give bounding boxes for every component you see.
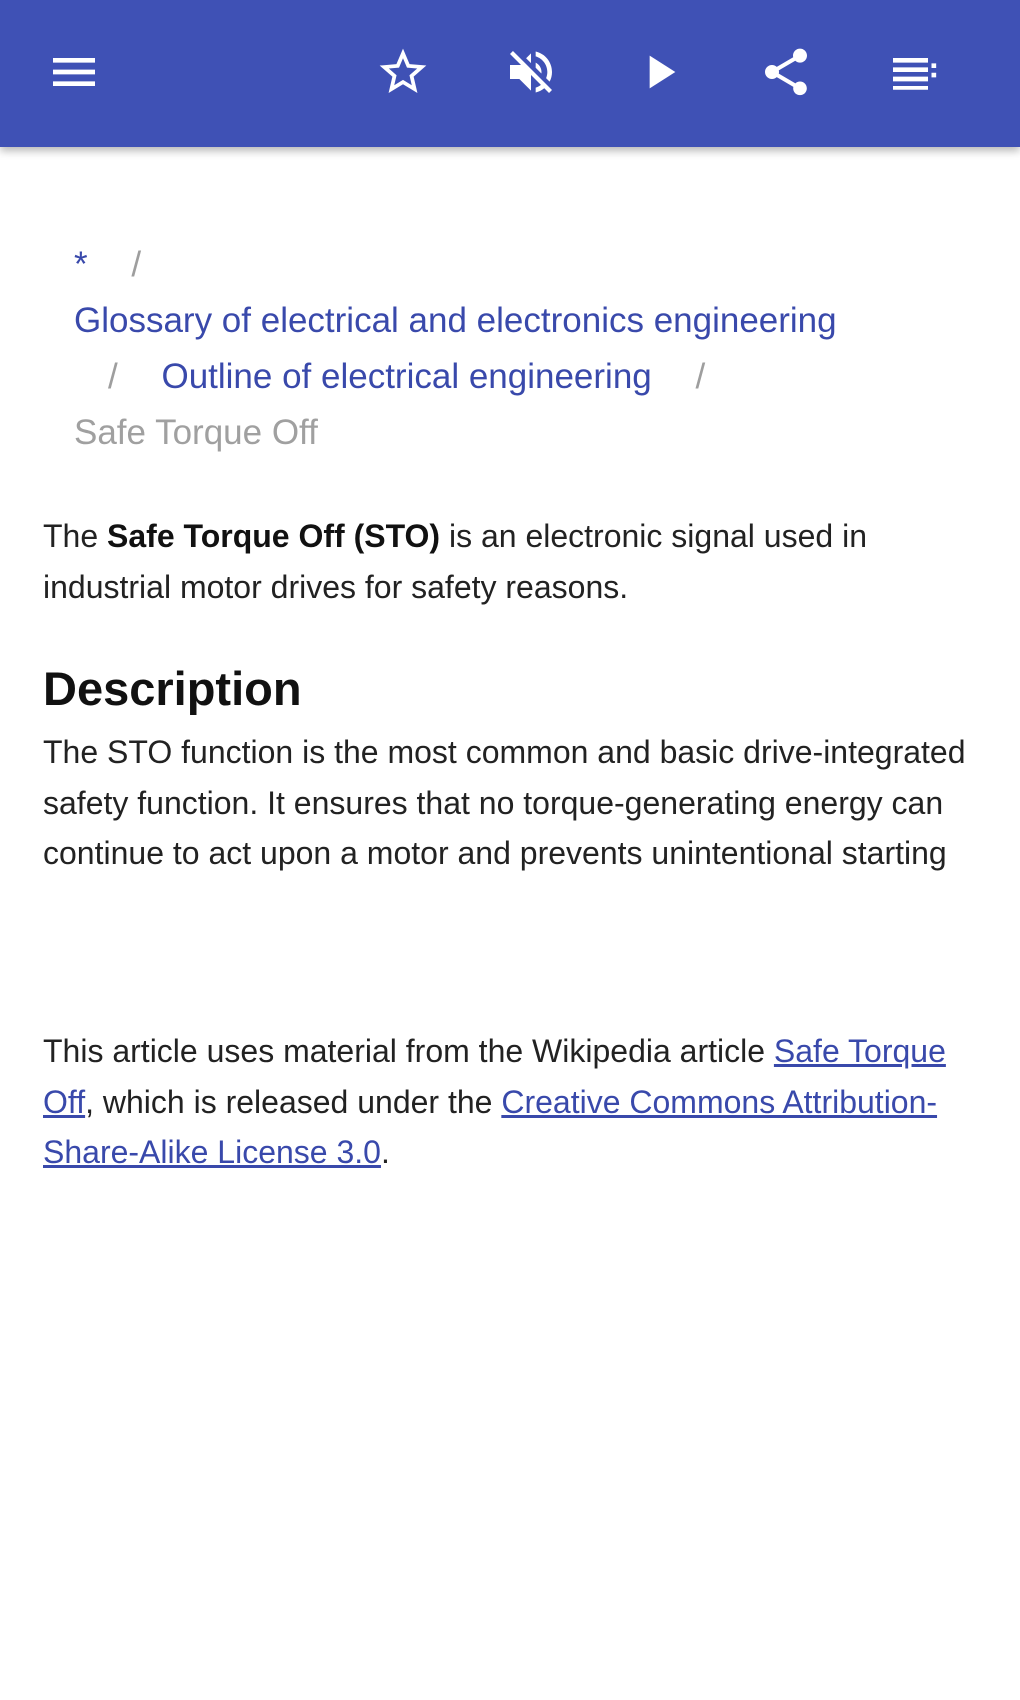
breadcrumb-separator: / bbox=[108, 357, 118, 396]
license-suffix: . bbox=[380, 1134, 390, 1170]
intro-prefix: The bbox=[43, 518, 108, 554]
playlist-icon bbox=[893, 58, 937, 90]
mute-button[interactable] bbox=[497, 38, 565, 106]
bookmark-button[interactable] bbox=[369, 38, 437, 106]
menu-button[interactable] bbox=[40, 38, 108, 106]
license-middle: , which is released under the bbox=[85, 1083, 502, 1120]
breadcrumb-separator: / bbox=[131, 245, 142, 284]
play-icon bbox=[649, 55, 676, 89]
article-intro: The Safe Torque Off (STO) is an electron… bbox=[43, 511, 978, 612]
breadcrumb-current: Safe Torque Off bbox=[74, 413, 318, 452]
intro-term: Safe Torque Off (STO) bbox=[107, 518, 441, 554]
breadcrumb-home-link[interactable]: * bbox=[74, 245, 88, 284]
share-icon bbox=[765, 48, 807, 96]
play-button[interactable] bbox=[625, 38, 693, 106]
share-button[interactable] bbox=[752, 38, 820, 106]
app-toolbar bbox=[0, 0, 1020, 147]
section-heading: Description bbox=[43, 662, 302, 715]
description-paragraph: The STO function is the most common and … bbox=[43, 734, 966, 871]
menu-icon bbox=[53, 58, 95, 86]
license-paragraph: This article uses material from the Wiki… bbox=[43, 1026, 978, 1178]
breadcrumb: * / Glossary of electrical and electroni… bbox=[74, 237, 974, 461]
breadcrumb-glossary-link[interactable]: Glossary of electrical and electronics e… bbox=[74, 301, 837, 340]
star-outline-icon bbox=[379, 48, 427, 93]
breadcrumb-separator: / bbox=[695, 357, 706, 396]
license-prefix: This article uses material from the Wiki… bbox=[43, 1033, 774, 1069]
breadcrumb-outline-link[interactable]: Outline of electrical engineering bbox=[161, 357, 651, 396]
volume-off-icon bbox=[510, 51, 552, 93]
playlist-button[interactable] bbox=[880, 38, 948, 106]
